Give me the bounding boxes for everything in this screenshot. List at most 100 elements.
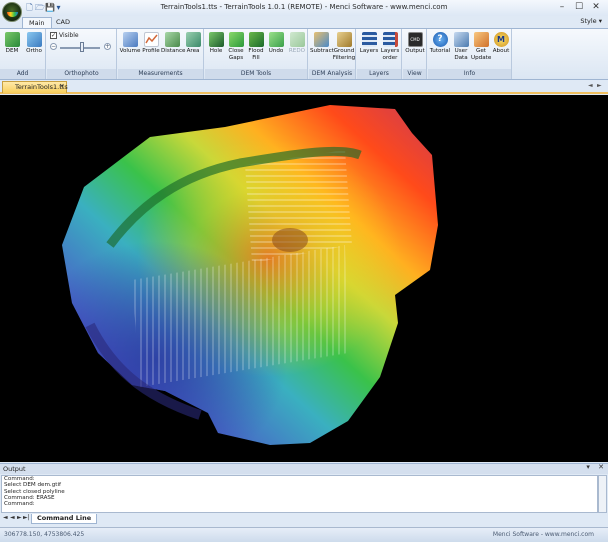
visible-label: Visible [59,32,79,39]
layers-order-button[interactable]: Layers order [379,32,401,61]
layers-label: Layers [359,48,379,54]
distance-button[interactable]: Distance [161,32,186,55]
layers-order-label: Layers order [380,48,400,61]
output-label: Output [405,48,425,54]
get-update-button[interactable]: Get Update [471,32,491,61]
output-pin-icon[interactable]: ▾ [586,463,590,471]
flood-fill-icon [248,32,264,47]
maximize-button[interactable]: ☐ [572,1,586,13]
group-measurements: Volume Profile Distance Area Measurement… [118,29,204,79]
document-tab[interactable]: TerrainTools1.tts [2,81,68,93]
document-tab-close-icon[interactable]: × [59,82,65,90]
about-label: About [492,48,510,54]
group-label-orthophoto: Orthophoto [47,69,116,79]
user-data-button[interactable]: User Data [451,32,471,61]
first-tab-icon[interactable]: ◄ [3,514,8,521]
window-title: TerrainTools1.tts - TerrainTools 1.0.1 (… [160,3,448,11]
tab-command-line[interactable]: Command Line [31,514,98,524]
save-icon[interactable]: 💾 [45,3,55,12]
coordinates-readout: 306778.150, 4753806.425 [4,531,85,538]
output-title: Output [3,465,26,473]
get-update-icon [473,32,489,47]
ortho-add-label: Ortho [26,48,42,54]
hole-label: Hole [209,48,223,54]
output-log[interactable]: Command: Select DEM dem.gtif Select clos… [1,475,598,513]
hole-button[interactable]: Hole [207,32,225,55]
doc-scroll-left-icon[interactable]: ◄ [588,82,593,89]
volume-label: Volume [119,48,141,54]
dem-add-label: DEM [5,48,19,54]
dem-add-icon [4,32,20,47]
dem-elevation-map [62,105,438,445]
dem-viewport[interactable] [0,95,608,462]
group-label-view: View [403,69,426,79]
group-label-info: Info [428,69,511,79]
subtract-button[interactable]: Subtract [310,32,334,55]
user-data-label: User Data [454,48,468,61]
close-gaps-label: Close Gaps [228,48,244,61]
redo-button[interactable]: REDO [287,32,307,55]
opacity-minus-button[interactable]: − [50,43,57,50]
opacity-slider-thumb[interactable] [80,42,84,52]
area-icon [185,32,201,47]
layers-button[interactable]: Layers [359,32,379,55]
last-tab-icon[interactable]: ►| [23,514,30,521]
doc-scroll-right-icon[interactable]: ► [597,82,602,89]
group-info: ? Tutorial User Data Get Update M About … [428,29,512,79]
style-menu[interactable]: Style ▾ [580,17,602,25]
tutorial-button[interactable]: ? Tutorial [429,32,451,55]
area-button[interactable]: Area [184,32,202,55]
volume-icon [122,32,138,47]
output-close-icon[interactable]: ✕ [598,463,604,471]
group-label-add: Add [0,69,45,79]
profile-button[interactable]: Profile [141,32,161,55]
volume-button[interactable]: Volume [119,32,141,55]
subtract-icon [313,32,329,47]
distance-label: Distance [161,48,186,54]
document-tab-strip [0,80,608,94]
distance-icon [164,32,180,47]
group-label-layers: Layers [357,69,401,79]
dem-add-button[interactable]: DEM [3,32,21,55]
redo-label: REDO [288,48,306,54]
profile-label: Profile [142,48,160,54]
group-orthophoto: ✓ Visible − + Orthophoto [47,29,117,79]
close-gaps-icon [228,32,244,47]
redo-icon [289,32,305,47]
group-label-dem-analysis: DEM Analysis [309,69,355,79]
output-panel-controls: ▾ ✕ [586,463,604,471]
output-button[interactable]: CMD Output [404,32,426,55]
group-dem-tools: Hole Close Gaps Flood Fill Undo REDO DEM… [205,29,308,79]
close-gaps-button[interactable]: Close Gaps [226,32,246,61]
subtract-label: Subtract [310,48,334,54]
app-menu-orb-icon[interactable] [2,2,22,22]
next-tab-icon[interactable]: ► [17,514,22,521]
undo-label: Undo [268,48,284,54]
ground-filtering-button[interactable]: Ground Filtering [332,32,356,61]
visible-checkbox[interactable]: ✓ [50,32,57,39]
open-file-icon[interactable]: 🗁 [35,3,45,12]
about-icon: M [493,32,509,47]
flood-fill-button[interactable]: Flood Fill [246,32,266,61]
get-update-label: Get Update [471,48,492,61]
brand-text: Menci Software - www.menci.com [492,531,594,538]
new-file-icon[interactable]: 🗋 [25,3,34,12]
prev-tab-icon[interactable]: ◄ [10,514,15,521]
about-button[interactable]: M About [491,32,511,55]
layers-order-icon [382,32,398,47]
group-view: CMD Output View [403,29,427,79]
tutorial-label: Tutorial [429,48,451,54]
undo-button[interactable]: Undo [266,32,286,55]
ground-filtering-icon [336,32,352,47]
group-label-dem-tools: DEM Tools [205,69,307,79]
ortho-add-button[interactable]: Ortho [24,32,44,55]
output-scrollbar[interactable] [598,475,607,513]
status-bar: 306778.150, 4753806.425 Menci Software -… [0,527,608,542]
quick-access-dropdown-icon[interactable]: ▾ [54,3,63,12]
close-button[interactable]: ✕ [589,1,603,13]
profile-icon [143,32,159,47]
opacity-plus-button[interactable]: + [104,43,111,50]
minimize-button[interactable]: – [555,1,569,13]
area-label: Area [186,48,200,54]
tutorial-icon: ? [432,32,448,47]
